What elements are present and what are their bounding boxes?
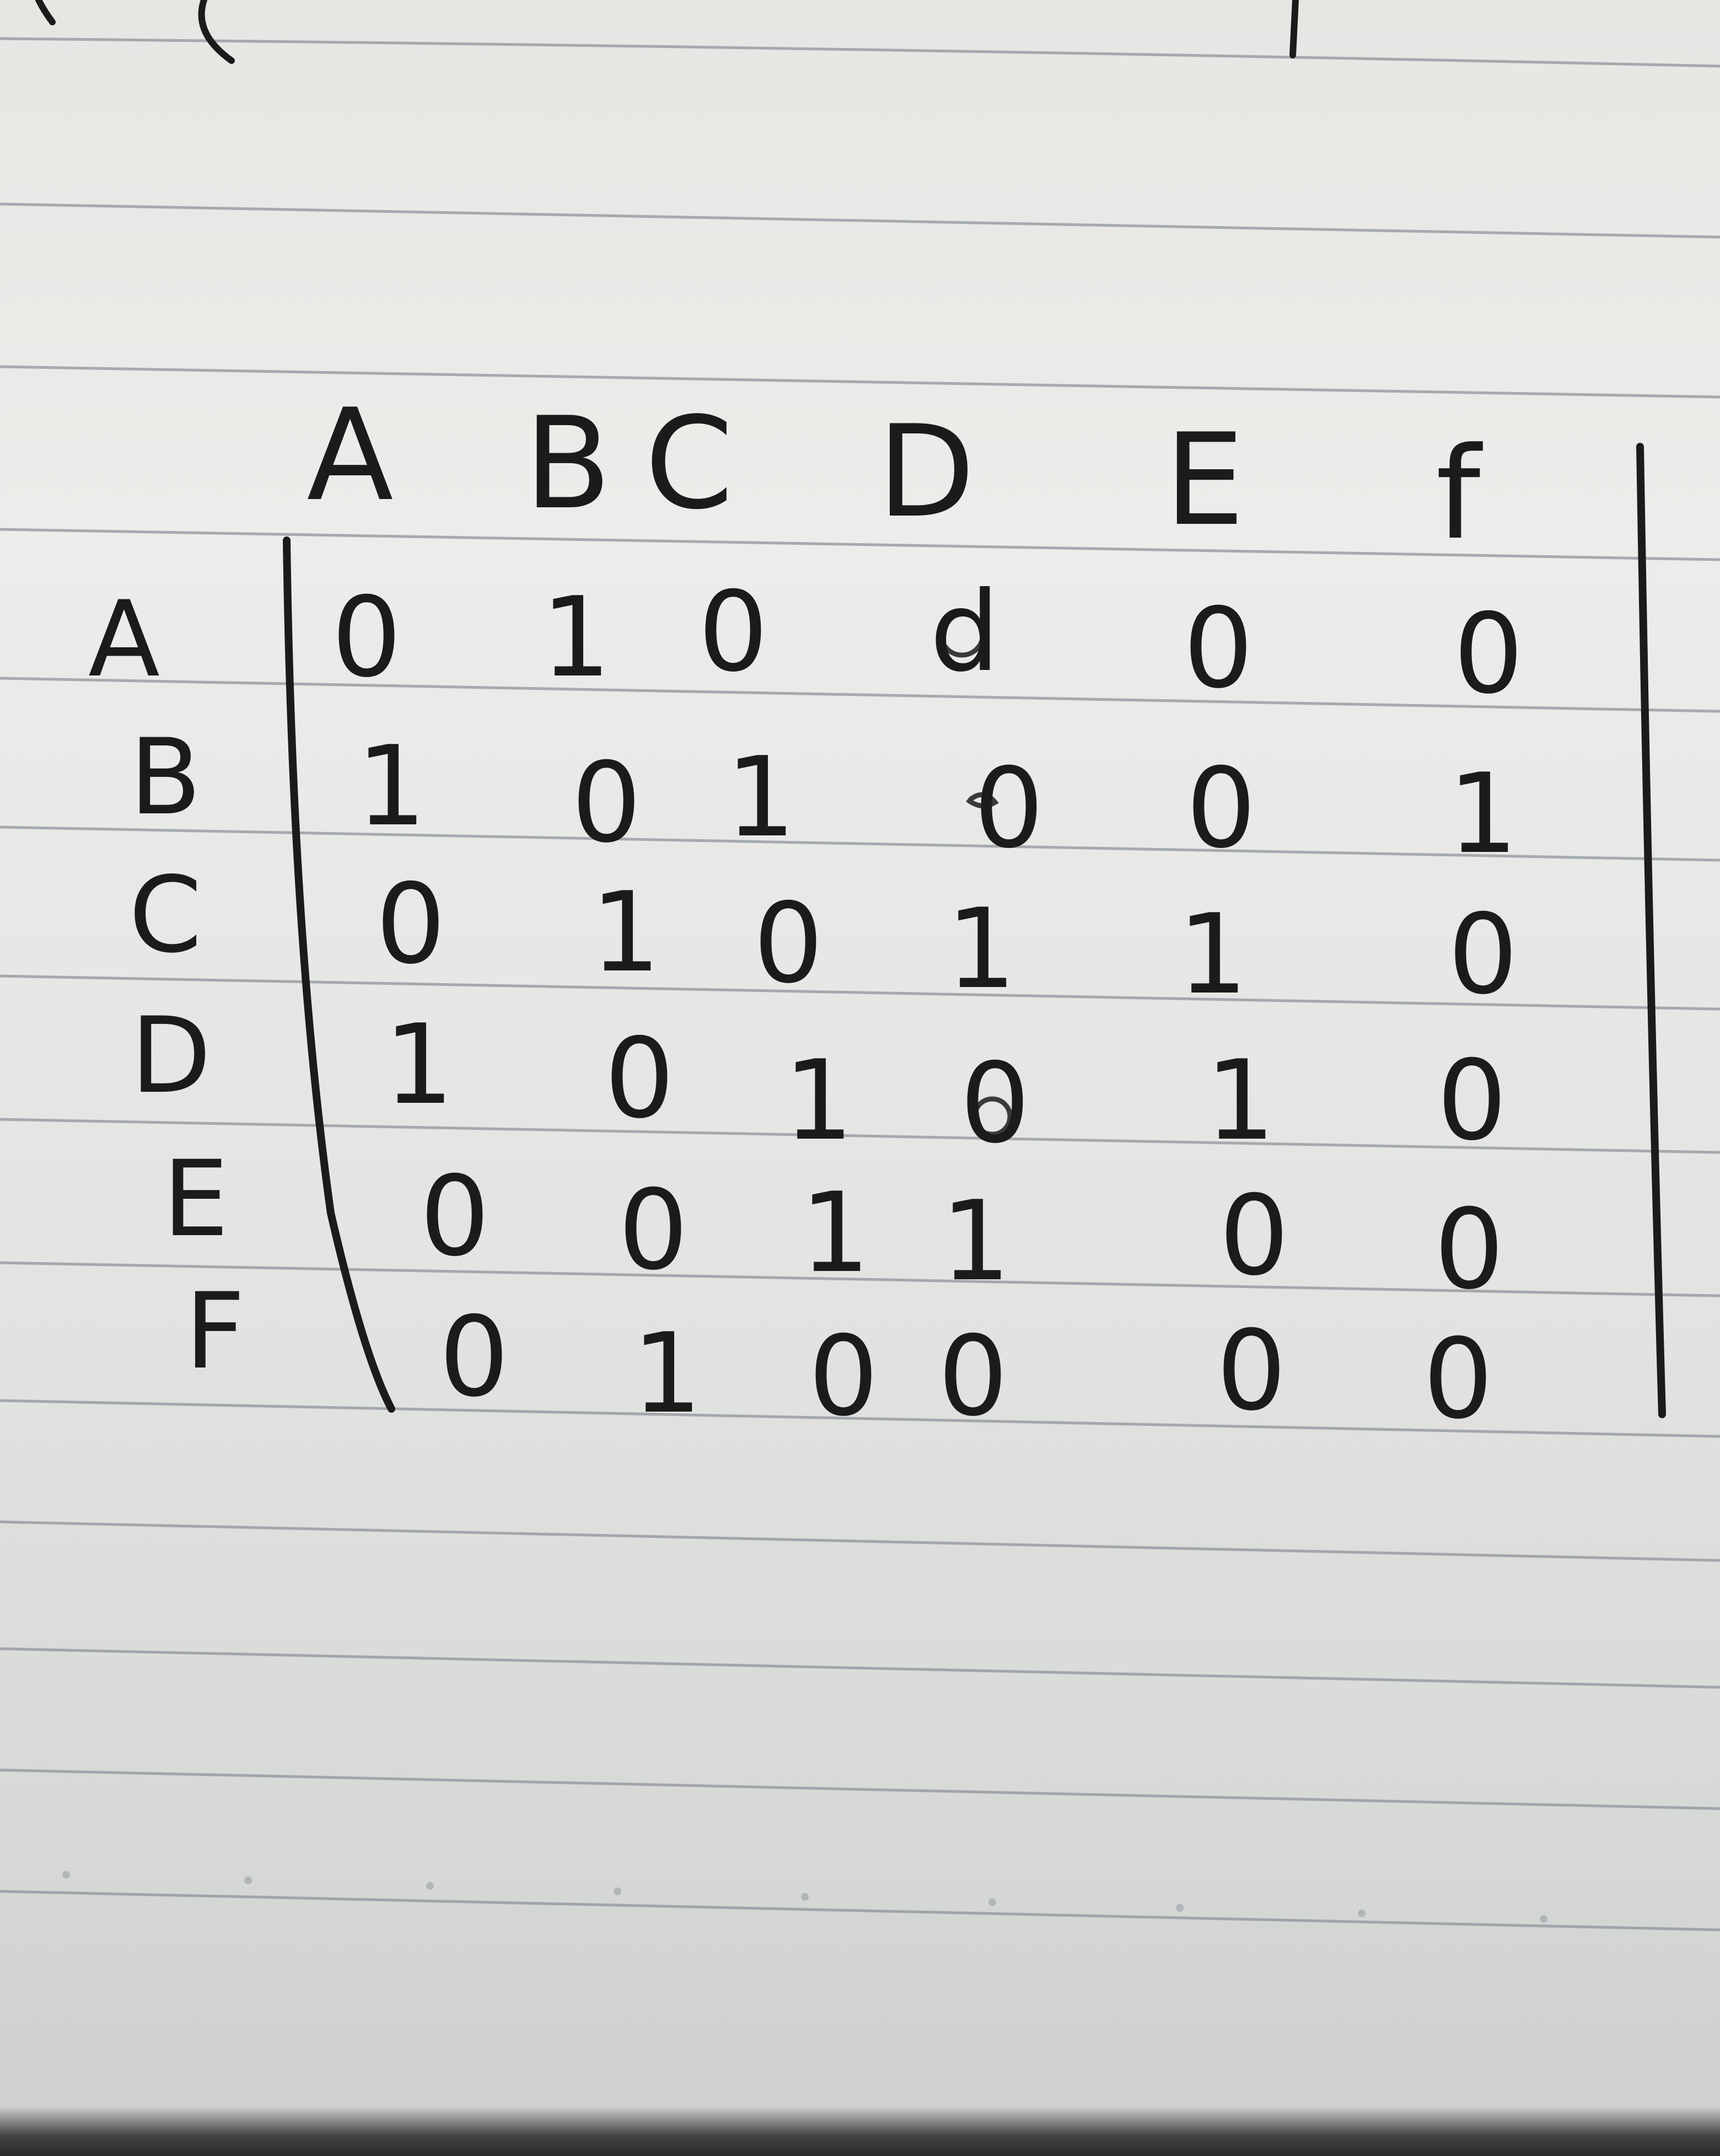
rule-line: [0, 1768, 1720, 1810]
matrix-cell: 0: [1183, 584, 1253, 713]
matrix-cell: 1: [940, 1177, 1011, 1306]
matrix-cell: 1: [384, 1001, 454, 1129]
matrix-cell: 0: [571, 739, 641, 867]
matrix-cell: 0: [938, 1312, 1008, 1441]
rule-line: [0, 37, 1720, 68]
matrix-cell: 0: [1219, 1172, 1289, 1300]
matrix-cell: 0: [604, 1015, 674, 1143]
column-label: E: [1164, 407, 1244, 554]
column-label: B: [524, 390, 611, 538]
matrix-cell: 1: [590, 868, 660, 997]
desk-shadow: [0, 2106, 1720, 2156]
matrix-cell: 0: [375, 860, 445, 989]
row-labels: A B C D E F: [88, 578, 245, 1392]
rule-line: [0, 365, 1720, 399]
row-label: D: [131, 995, 211, 1117]
notebook-page: A B C D E f A B C D E F 0 1 0 d 0 0 1 0: [0, 0, 1720, 1932]
matrix-cell: 1: [356, 722, 426, 851]
matrix-cell: 0: [1448, 891, 1518, 1019]
matrix-cell: 0: [618, 1166, 688, 1295]
row-label: F: [185, 1270, 245, 1392]
rule-line: [0, 1647, 1720, 1689]
matrix-cell: 0: [331, 573, 401, 702]
notebook-page-photo: A B C D E f A B C D E F 0 1 0 d 0 0 1 0: [0, 0, 1720, 2156]
matrix-cell: 1: [725, 733, 796, 862]
matrix-cell: 1: [1178, 891, 1248, 1019]
row-label: C: [129, 854, 202, 976]
matrix-cell: 0: [1423, 1315, 1493, 1444]
right-bracket: [1636, 443, 1666, 1418]
matrix-cell: 0: [420, 1152, 490, 1281]
matrix-cell: 0: [439, 1293, 509, 1422]
rule-line: [0, 1890, 1720, 1932]
column-label: A: [307, 382, 393, 529]
matrix-cell: 1: [800, 1169, 870, 1297]
matrix-cell: 0: [698, 568, 768, 696]
matrix-cell: 1: [946, 885, 1016, 1013]
rule-line: [0, 1520, 1720, 1562]
row-label: E: [163, 1138, 229, 1260]
top-ink-remnants: [35, 0, 1299, 64]
column-labels: A B C D E f: [307, 382, 1483, 568]
column-label: f: [1436, 421, 1484, 568]
matrix-cell: 0: [1453, 590, 1523, 718]
matrix-cell: 0: [808, 1312, 878, 1441]
column-label: D: [877, 399, 975, 546]
matrix-cell: 0: [1434, 1186, 1504, 1314]
column-label: C: [645, 390, 734, 538]
rule-line: [0, 202, 1720, 239]
matrix-cell: 1: [1205, 1037, 1275, 1165]
matrix-cell: 1: [1448, 750, 1518, 878]
matrix-cell: 0: [960, 1039, 1030, 1168]
matrix-cell: 1: [541, 573, 611, 702]
matrix-cell: 1: [783, 1037, 853, 1165]
matrix-cell: 1: [632, 1310, 702, 1438]
matrix-cell: 0: [1216, 1307, 1286, 1435]
matrix-cell: 0: [1186, 744, 1256, 873]
row-label: B: [130, 716, 201, 838]
matrix-cells: 0 1 0 d 0 0 1 0 1 0 0 1 0 1 0 1 1 0 1 0 …: [331, 568, 1523, 1444]
row-label: A: [88, 578, 160, 700]
matrix-cell: 0: [1437, 1037, 1507, 1165]
matrix-cell: 0: [974, 744, 1044, 873]
matrix-cell: 0: [753, 879, 823, 1008]
